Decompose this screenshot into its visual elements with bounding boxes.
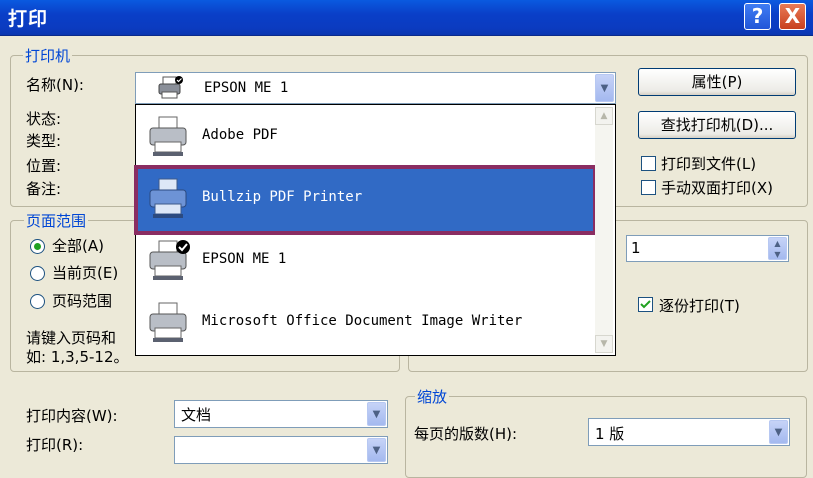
where-label: 位置: [26,157,62,175]
chevron-down-icon[interactable]: ▼ [367,438,386,462]
spinner-arrows-icon[interactable]: ▲ ▼ [768,237,787,260]
help-button[interactable]: ? [744,3,771,30]
print-to-file-checkbox[interactable] [641,156,656,171]
print-combobox[interactable]: ▼ [174,436,388,464]
close-button[interactable]: X [779,3,806,30]
dropdown-item-label: Adobe PDF [202,127,278,143]
manual-duplex-checkbox[interactable] [641,180,656,195]
page-range-label: 页面范围 [24,210,89,231]
pages-per-sheet-value: 1 版 [595,425,625,443]
dropdown-item-epson[interactable]: EPSON ME 1 [138,231,593,293]
find-printer-button[interactable]: 查找打印机(D)... [638,111,796,139]
copies-spinner[interactable]: 1 ▲ ▼ [626,235,789,262]
status-label: 状态: [26,110,62,128]
printer-group-label: 打印机 [23,45,73,66]
scroll-up-icon[interactable]: ▲ [595,107,613,125]
print-what-combobox[interactable]: 文档 ▼ [174,400,388,428]
chevron-down-icon[interactable]: ▼ [367,402,386,426]
printer-icon [149,302,187,342]
dropdown-item-label: Microsoft Office Document Image Writer [202,313,523,329]
window-title: 打印 [8,8,49,30]
radio-current-page-label: 当前页(E) [52,264,119,282]
collate-label: 逐份打印(T) [659,297,740,315]
print-label: 打印(R): [26,436,84,454]
printer-name-combobox[interactable]: EPSON ME 1 ▼ [135,72,616,104]
dropdown-item-label: Bullzip PDF Printer [202,189,363,205]
selected-printer: EPSON ME 1 [204,80,289,96]
comment-label: 备注: [26,180,62,198]
dropdown-item-bullzip[interactable]: Bullzip PDF Printer [134,165,597,235]
collate-checkbox[interactable] [638,297,653,312]
type-label: 类型: [26,132,62,150]
dropdown-item-label: EPSON ME 1 [202,251,287,267]
print-what-label: 打印内容(W): [26,407,118,425]
radio-all[interactable] [30,239,45,254]
radio-current-page[interactable] [30,266,45,281]
radio-page-range[interactable] [30,294,45,309]
print-to-file-label: 打印到文件(L) [661,155,757,173]
properties-button[interactable]: 属性(P) [638,68,796,96]
dropdown-item-ms-office-writer[interactable]: Microsoft Office Document Image Writer [138,293,593,355]
printer-icon [149,178,187,218]
page-range-hint: 请键入页码和 [26,329,117,347]
radio-page-range-label: 页码范围 [52,292,113,310]
chevron-down-icon[interactable]: ▼ [769,420,788,444]
printer-icon [158,76,183,99]
chevron-down-icon[interactable]: ▼ [595,74,614,102]
printer-name-label: 名称(N): [26,76,84,94]
dropdown-item-adobe-pdf[interactable]: Adobe PDF [138,107,593,169]
pages-per-sheet-combobox[interactable]: 1 版 ▼ [588,418,790,446]
copies-value: 1 [631,239,641,257]
printer-dropdown-list: Adobe PDF Bullzip PDF Printer EPSON ME 1… [134,104,616,356]
printer-icon [149,116,187,156]
pages-per-sheet-label: 每页的版数(H): [414,425,518,443]
dropdown-scrollbar[interactable]: ▲ ▼ [595,107,613,353]
scroll-down-icon[interactable]: ▼ [595,335,613,353]
manual-duplex-label: 手动双面打印(X) [661,179,773,197]
default-printer-icon [149,240,190,280]
checkmark-icon [640,300,651,309]
zoom-label: 缩放 [415,386,450,407]
radio-all-label: 全部(A) [52,237,104,255]
title-bar: 打印 ? X [0,0,813,36]
print-what-value: 文档 [181,406,212,424]
page-range-example: 如: 1,3,5-12。 [26,348,129,366]
